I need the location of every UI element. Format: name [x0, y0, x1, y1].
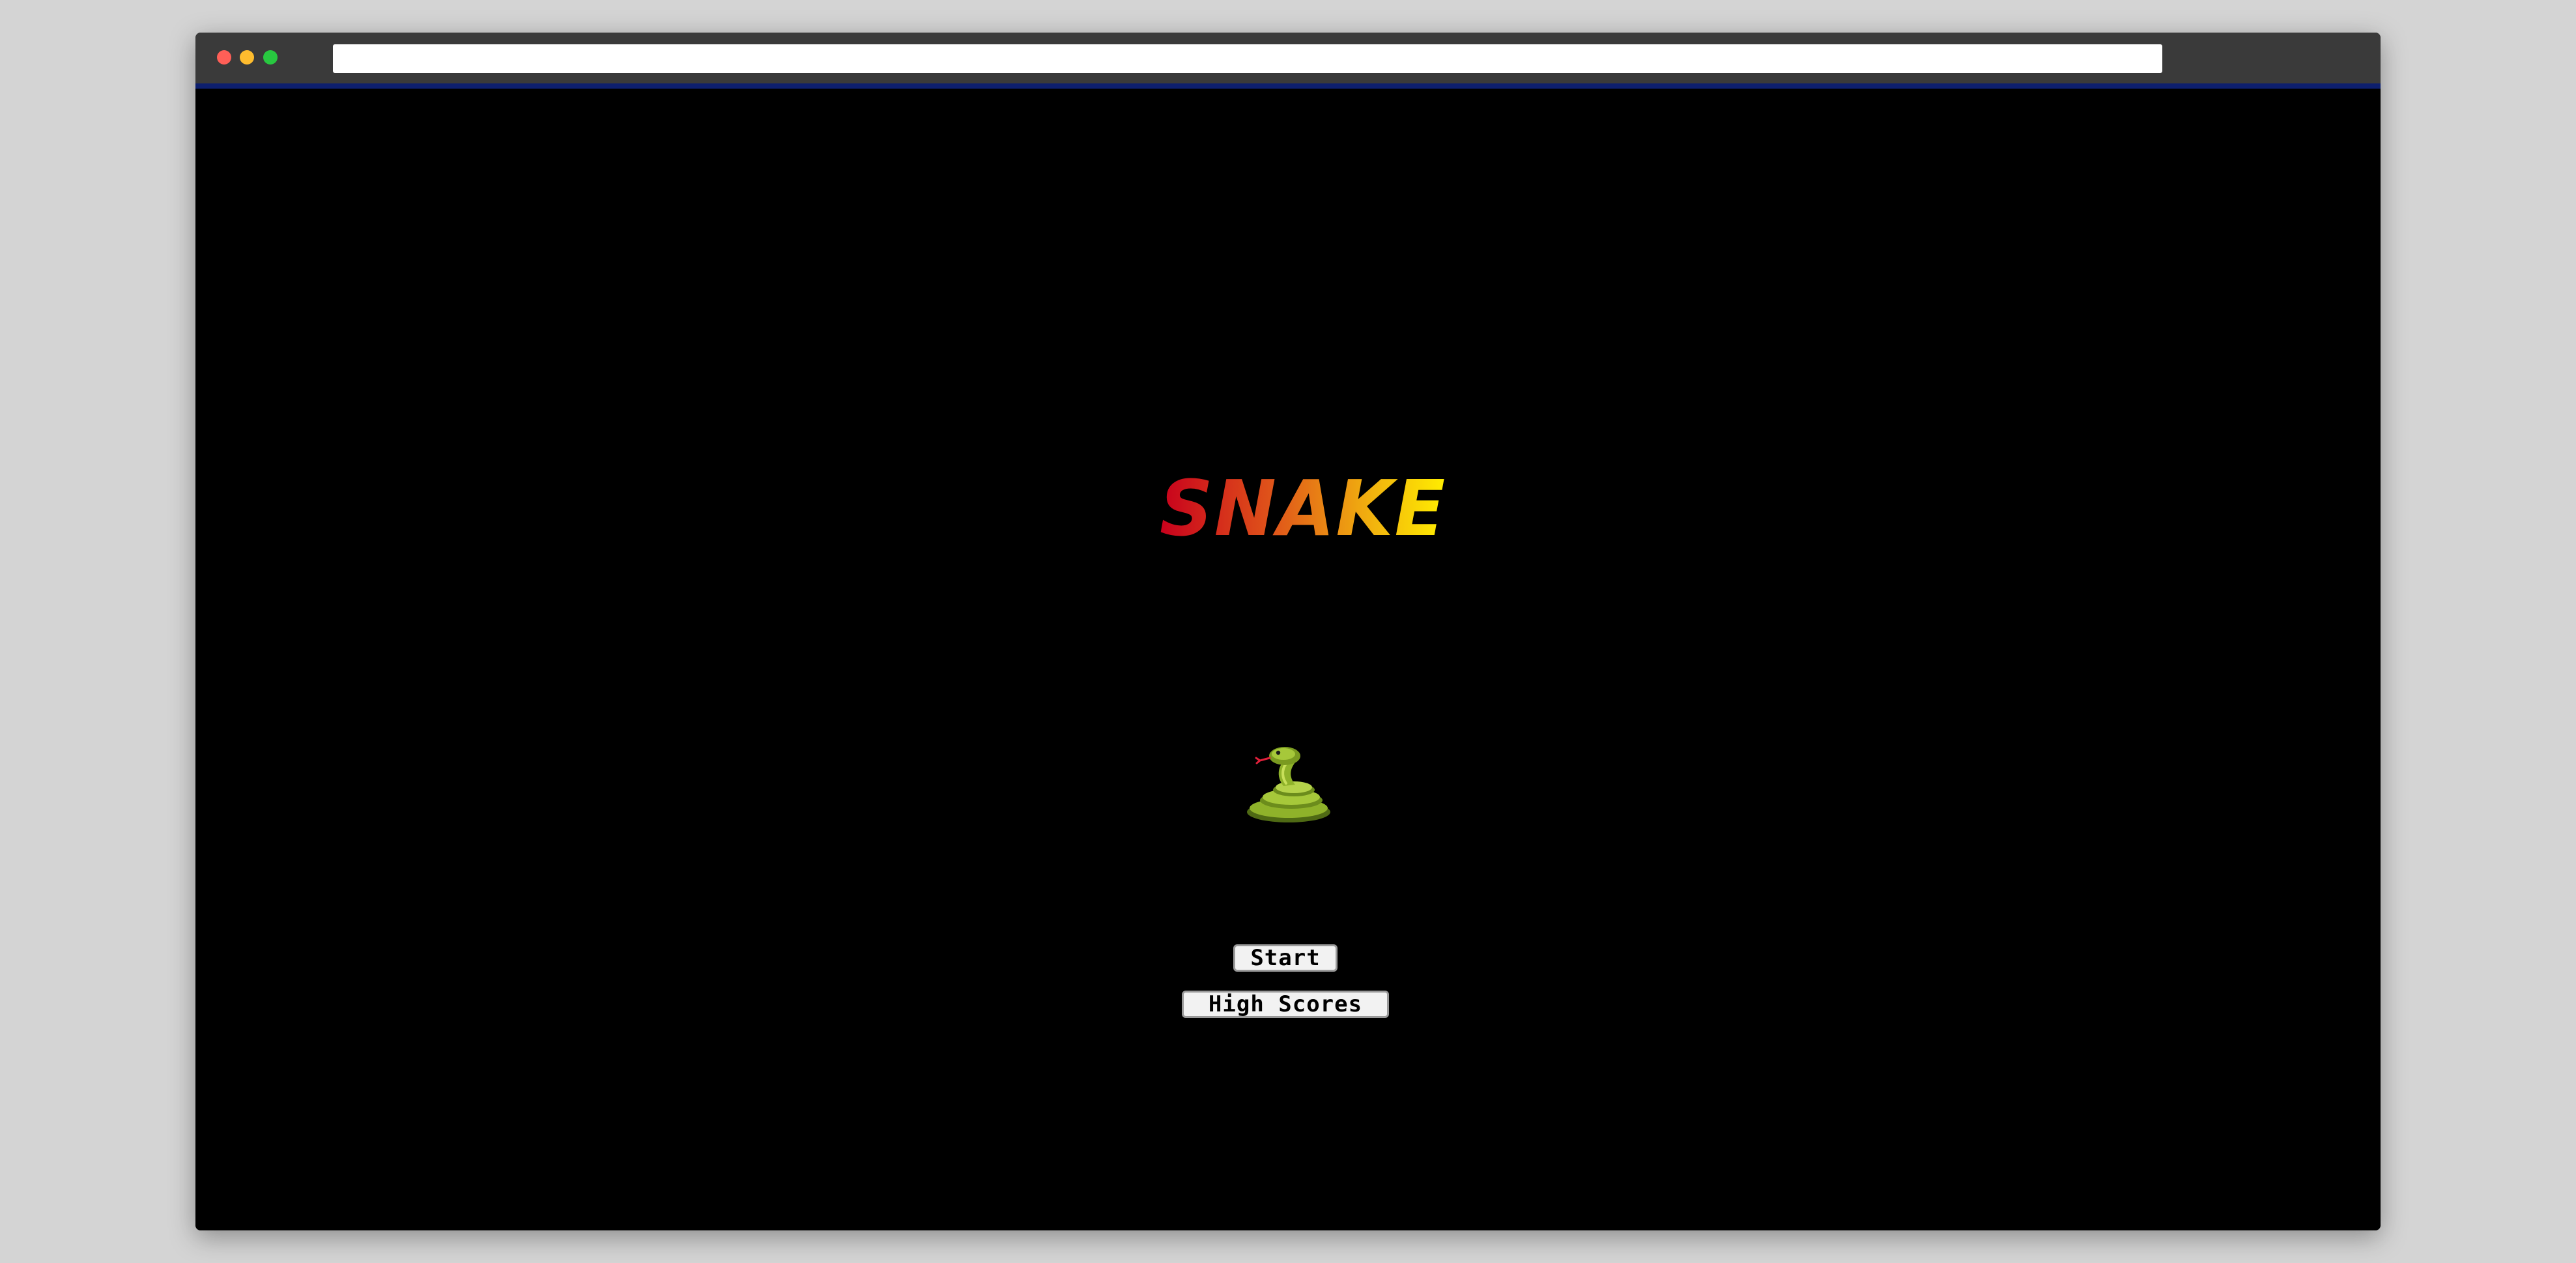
- address-bar[interactable]: [333, 44, 2162, 73]
- browser-window: SNAKE Start High Scores: [195, 33, 2381, 1230]
- snake-icon: [1238, 740, 1336, 825]
- game-screen: SNAKE Start High Scores: [195, 89, 2381, 1230]
- high-scores-button[interactable]: High Scores: [1182, 991, 1389, 1018]
- minimize-window-button[interactable]: [240, 50, 254, 65]
- game-title-text: SNAKE: [1160, 470, 1446, 545]
- close-window-button[interactable]: [217, 50, 231, 65]
- maximize-window-button[interactable]: [263, 50, 278, 65]
- titlebar-accent-line: [195, 83, 2381, 89]
- game-title-logo: SNAKE: [1153, 470, 1453, 545]
- start-button[interactable]: Start: [1233, 944, 1338, 972]
- browser-titlebar: [195, 33, 2381, 83]
